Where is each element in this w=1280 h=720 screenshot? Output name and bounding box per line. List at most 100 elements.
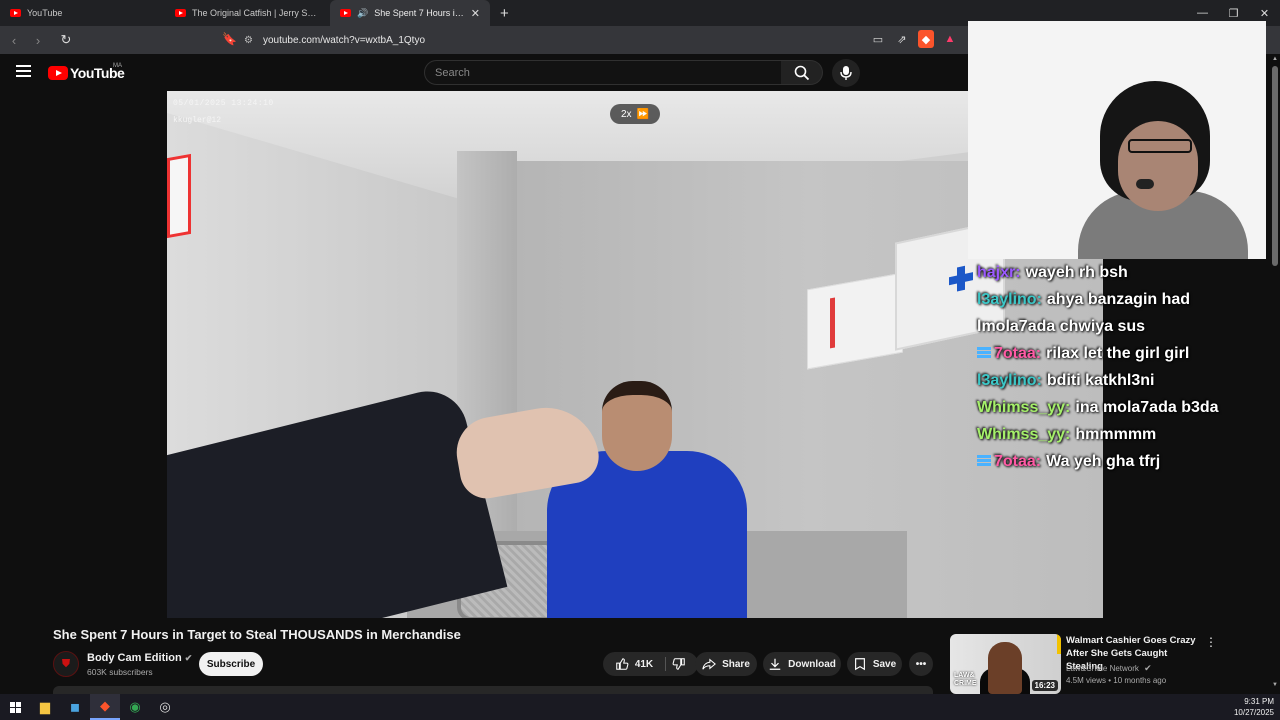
tab-current-video[interactable]: 🔊 She Spent 7 Hours in Target to Steal T…: [330, 0, 490, 26]
subscriber-count: 603K subscribers: [87, 667, 153, 677]
download-icon: [769, 658, 781, 670]
video-duration-badge: 16:23: [1031, 680, 1058, 691]
recommended-channel-name[interactable]: Law&Crime Network: [1066, 664, 1139, 673]
chat-username: 7otaa:: [994, 453, 1042, 470]
tab-jerry-springer[interactable]: The Original Catfish | Jerry Springer: [165, 0, 330, 26]
fast-forward-icon: ⏩: [636, 108, 649, 120]
taskbar-clock[interactable]: 9:31 PM 10/27/2025: [1234, 696, 1274, 718]
thumbnail-person: [988, 642, 1022, 694]
more-horizontal-icon: •••: [915, 658, 927, 670]
search-icon: [794, 65, 809, 80]
chat-message: Whimss_yy: ina mola7ada b3da: [977, 394, 1272, 421]
tab-label: YouTube: [27, 8, 63, 18]
youtube-favicon-icon: [340, 9, 351, 17]
video-scene-sign: [167, 153, 191, 239]
youtube-favicon-icon: [175, 9, 186, 17]
save-button[interactable]: Save: [847, 652, 902, 676]
tab-youtube[interactable]: YouTube: [0, 0, 165, 26]
close-tab-icon[interactable]: ✕: [471, 7, 480, 20]
description-box[interactable]: [53, 686, 933, 694]
taskbar-app[interactable]: ◼: [60, 694, 90, 720]
chat-message: l3aylino: bditi katkhl3ni: [977, 367, 1272, 394]
more-actions-button[interactable]: •••: [909, 652, 933, 676]
reload-icon[interactable]: ↻: [56, 30, 76, 50]
streamer-webcam: [968, 21, 1266, 259]
microphone-icon: [840, 66, 852, 80]
chat-text: hmmmmm: [1075, 426, 1157, 443]
taskbar-obs[interactable]: ◎: [150, 694, 180, 720]
download-button[interactable]: Download: [763, 652, 841, 676]
thumbnail-brand-line2: CRIME: [954, 680, 977, 687]
app-icon: ◼: [70, 700, 80, 714]
search-placeholder: Search: [435, 66, 470, 79]
channel-name-row[interactable]: Body Cam Edition ✔: [87, 652, 192, 664]
new-tab-button[interactable]: +: [490, 5, 519, 22]
chat-text: rilax let the girl girl: [1046, 345, 1190, 362]
url-field[interactable]: ⚙ youtube.com/watch?v=wxtbA_1Qtyo: [244, 29, 964, 51]
search-input[interactable]: Search: [424, 60, 782, 85]
page-scrollbar[interactable]: ▲ ▼: [1270, 54, 1280, 694]
taskbar-brave-browser[interactable]: ◆: [90, 694, 120, 720]
brave-browser-icon: ◆: [100, 698, 110, 713]
chat-message: Whimss_yy: hmmmmm: [977, 421, 1272, 448]
address-bar-actions: ▭ ⇗ ◆ ▲: [870, 30, 958, 48]
bookmark-icon[interactable]: 🔖: [222, 32, 237, 48]
like-button[interactable]: 41K: [615, 657, 667, 671]
forward-icon[interactable]: ›: [28, 30, 48, 50]
chat-username: Whimss_yy:: [977, 399, 1071, 416]
share-page-icon[interactable]: ⇗: [894, 30, 910, 48]
back-icon[interactable]: ‹: [4, 30, 24, 50]
cast-icon[interactable]: ▭: [870, 30, 886, 48]
chat-message: l3aylino: ahya banzagin had: [977, 286, 1272, 313]
brave-shields-icon[interactable]: ◆: [918, 30, 934, 48]
webcam-person-face: [1118, 121, 1198, 211]
recommended-channel[interactable]: Law&Crime Network ✔: [1066, 663, 1152, 674]
hamburger-menu-icon[interactable]: [16, 65, 31, 77]
site-info-icon[interactable]: ⚙: [244, 35, 253, 46]
chrome-icon: ◉: [129, 699, 141, 714]
chat-badge-icon: [977, 455, 991, 467]
start-button[interactable]: [0, 694, 30, 720]
channel-name[interactable]: Body Cam Edition: [87, 652, 182, 664]
video-scene-paper-holder: [807, 272, 903, 370]
recommended-more-icon[interactable]: ⋮: [1205, 634, 1217, 650]
tab-label: She Spent 7 Hours in Target to Steal THO…: [374, 8, 465, 18]
like-count: 41K: [634, 658, 654, 670]
share-button[interactable]: Share: [695, 652, 757, 676]
youtube-favicon-icon: [10, 9, 21, 17]
scroll-down-icon[interactable]: ▼: [1272, 682, 1278, 688]
channel-avatar[interactable]: ⛊: [53, 651, 79, 677]
video-player[interactable]: 05/01/2025 13:24:10 kkugler@12 2x ⏩: [167, 91, 1103, 618]
subscribe-button[interactable]: Subscribe: [199, 652, 263, 676]
search-button[interactable]: [781, 60, 823, 85]
thumbnail-accent: [1057, 634, 1061, 654]
windows-taskbar: ▆ ◼ ◆ ◉ ◎ 9:31 PM 10/27/2025: [0, 694, 1280, 720]
bookmark-save-icon: [854, 658, 865, 671]
playback-speed-indicator: 2x ⏩: [610, 104, 660, 124]
scrollbar-thumb[interactable]: [1272, 66, 1278, 266]
chat-username: 7otaa:: [994, 345, 1042, 362]
chat-message: 7otaa: Wa yeh gha tfrj: [977, 448, 1272, 475]
speed-label: 2x: [620, 108, 632, 120]
chat-message: 7otaa: rilax let the girl girl: [977, 340, 1272, 367]
brave-rewards-icon[interactable]: ▲: [942, 30, 958, 48]
chat-message: lmola7ada chwiya sus: [977, 313, 1272, 340]
chat-username: Whimss_yy:: [977, 426, 1071, 443]
voice-search-button[interactable]: [832, 59, 860, 87]
verified-icon: ✔: [184, 653, 193, 663]
recommended-video-thumbnail[interactable]: LAW& CRIME 16:23: [950, 634, 1061, 694]
bodycam-timestamp: 05/01/2025 13:24:10: [173, 99, 274, 108]
taskbar-chrome[interactable]: ◉: [120, 694, 150, 720]
save-label: Save: [872, 658, 897, 670]
download-label: Download: [788, 658, 836, 670]
recommended-video-meta: 4.5M views • 10 months ago: [1066, 676, 1167, 685]
speaker-icon[interactable]: 🔊: [357, 8, 368, 19]
scroll-up-icon[interactable]: ▲: [1272, 56, 1278, 62]
chat-text: bditi katkhl3ni: [1046, 372, 1155, 389]
chat-message: hajxr: wayeh rh bsh: [977, 259, 1272, 286]
thumbs-down-icon: [672, 658, 685, 670]
youtube-logo-icon[interactable]: [48, 66, 68, 80]
taskbar-file-explorer[interactable]: ▆: [30, 694, 60, 720]
thumbnail-brand-line1: LAW&: [954, 672, 975, 679]
dislike-button[interactable]: [672, 657, 686, 671]
